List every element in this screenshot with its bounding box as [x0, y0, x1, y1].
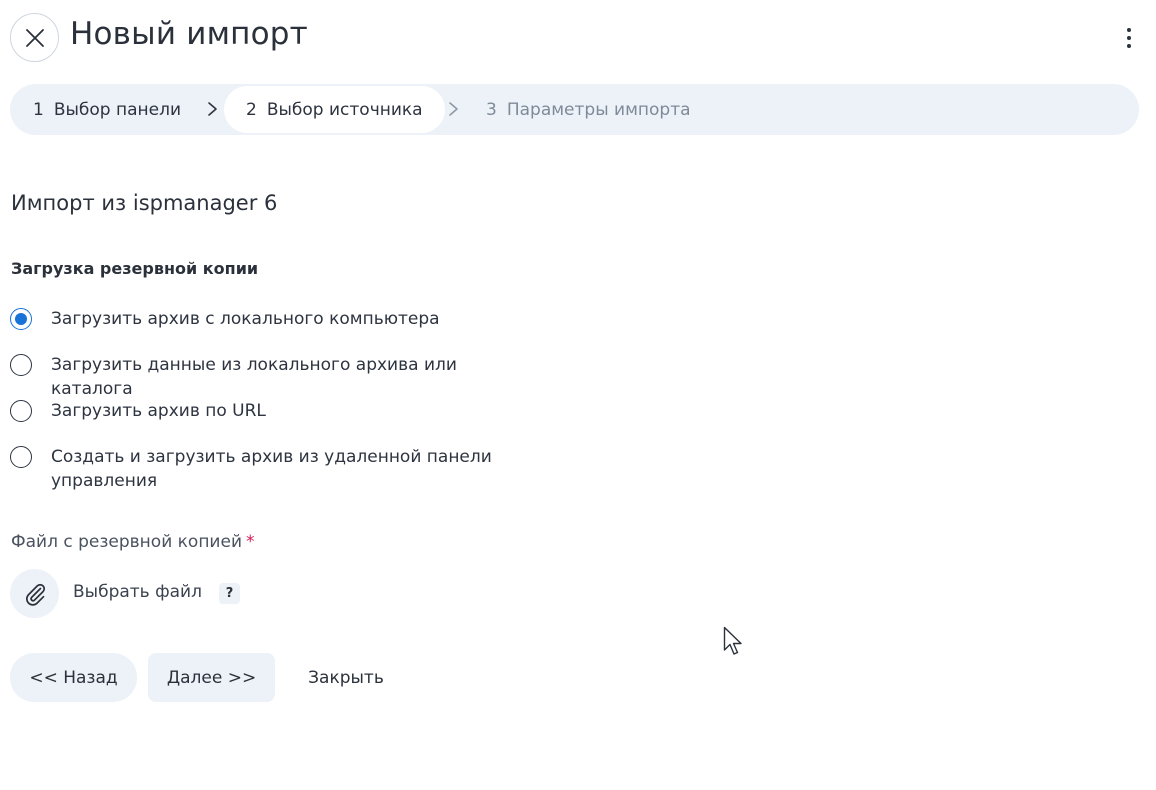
kebab-dot-icon — [1127, 36, 1131, 40]
help-icon[interactable]: ? — [219, 583, 240, 604]
step-number: 1 — [33, 99, 44, 120]
close-button[interactable]: Закрыть — [290, 653, 402, 702]
radio-label: Создать и загрузить архив из удаленной п… — [51, 447, 492, 491]
radio-label: Загрузить данные из локального архива ил… — [51, 355, 457, 399]
more-menu-button[interactable] — [1114, 22, 1144, 54]
paperclip-icon — [25, 583, 45, 606]
radio-option-local-archive[interactable]: Загрузить данные из локального архива ил… — [10, 354, 531, 401]
radio-button[interactable] — [10, 400, 32, 422]
radio-option-url[interactable]: Загрузить архив по URL — [10, 400, 531, 423]
kebab-dot-icon — [1127, 28, 1131, 32]
back-button[interactable]: << Назад — [10, 653, 137, 702]
kebab-dot-icon — [1127, 44, 1131, 48]
step-number: 2 — [246, 99, 257, 120]
attach-file-button[interactable] — [10, 569, 59, 618]
wizard-stepper: 1 Выбор панели 2 Выбор источника 3 Парам… — [10, 84, 1139, 135]
step-label: Параметры импорта — [506, 99, 691, 120]
chevron-right-icon — [449, 102, 458, 116]
radio-label: Загрузить архив по URL — [51, 401, 266, 421]
radio-button[interactable] — [10, 354, 32, 376]
backup-file-label: Файл с резервной копией * — [11, 532, 255, 552]
section-title: Импорт из ispmanager 6 — [11, 191, 278, 215]
radio-option-remote-panel[interactable]: Создать и загрузить архив из удаленной п… — [10, 446, 531, 493]
step-label: Выбор панели — [53, 99, 182, 120]
import-wizard-page: Новый импорт 1 Выбор панели 2 Выбор исто… — [0, 0, 1156, 790]
step-import-params[interactable]: 3 Параметры импорта — [486, 84, 691, 135]
backup-upload-label: Загрузка резервной копии — [11, 259, 259, 278]
step-number: 3 — [486, 99, 497, 120]
radio-button[interactable] — [10, 308, 32, 330]
radio-button[interactable] — [10, 446, 32, 468]
close-icon — [25, 28, 44, 47]
step-select-source[interactable]: 2 Выбор источника — [224, 86, 445, 133]
next-button[interactable]: Далее >> — [148, 653, 275, 702]
required-mark: * — [246, 532, 255, 552]
mouse-cursor-icon — [723, 626, 742, 655]
page-title: Новый импорт — [70, 16, 308, 52]
radio-option-local-computer[interactable]: Загрузить архив с локального компьютера — [10, 308, 531, 331]
chevron-right-icon — [208, 102, 217, 116]
step-label: Выбор источника — [266, 99, 423, 120]
radio-label: Загрузить архив с локального компьютера — [51, 309, 440, 329]
backup-file-label-text: Файл с резервной копией — [11, 532, 242, 552]
step-select-panel[interactable]: 1 Выбор панели — [33, 84, 181, 135]
close-wizard-button[interactable] — [10, 13, 59, 62]
choose-file-link[interactable]: Выбрать файл — [73, 582, 202, 602]
